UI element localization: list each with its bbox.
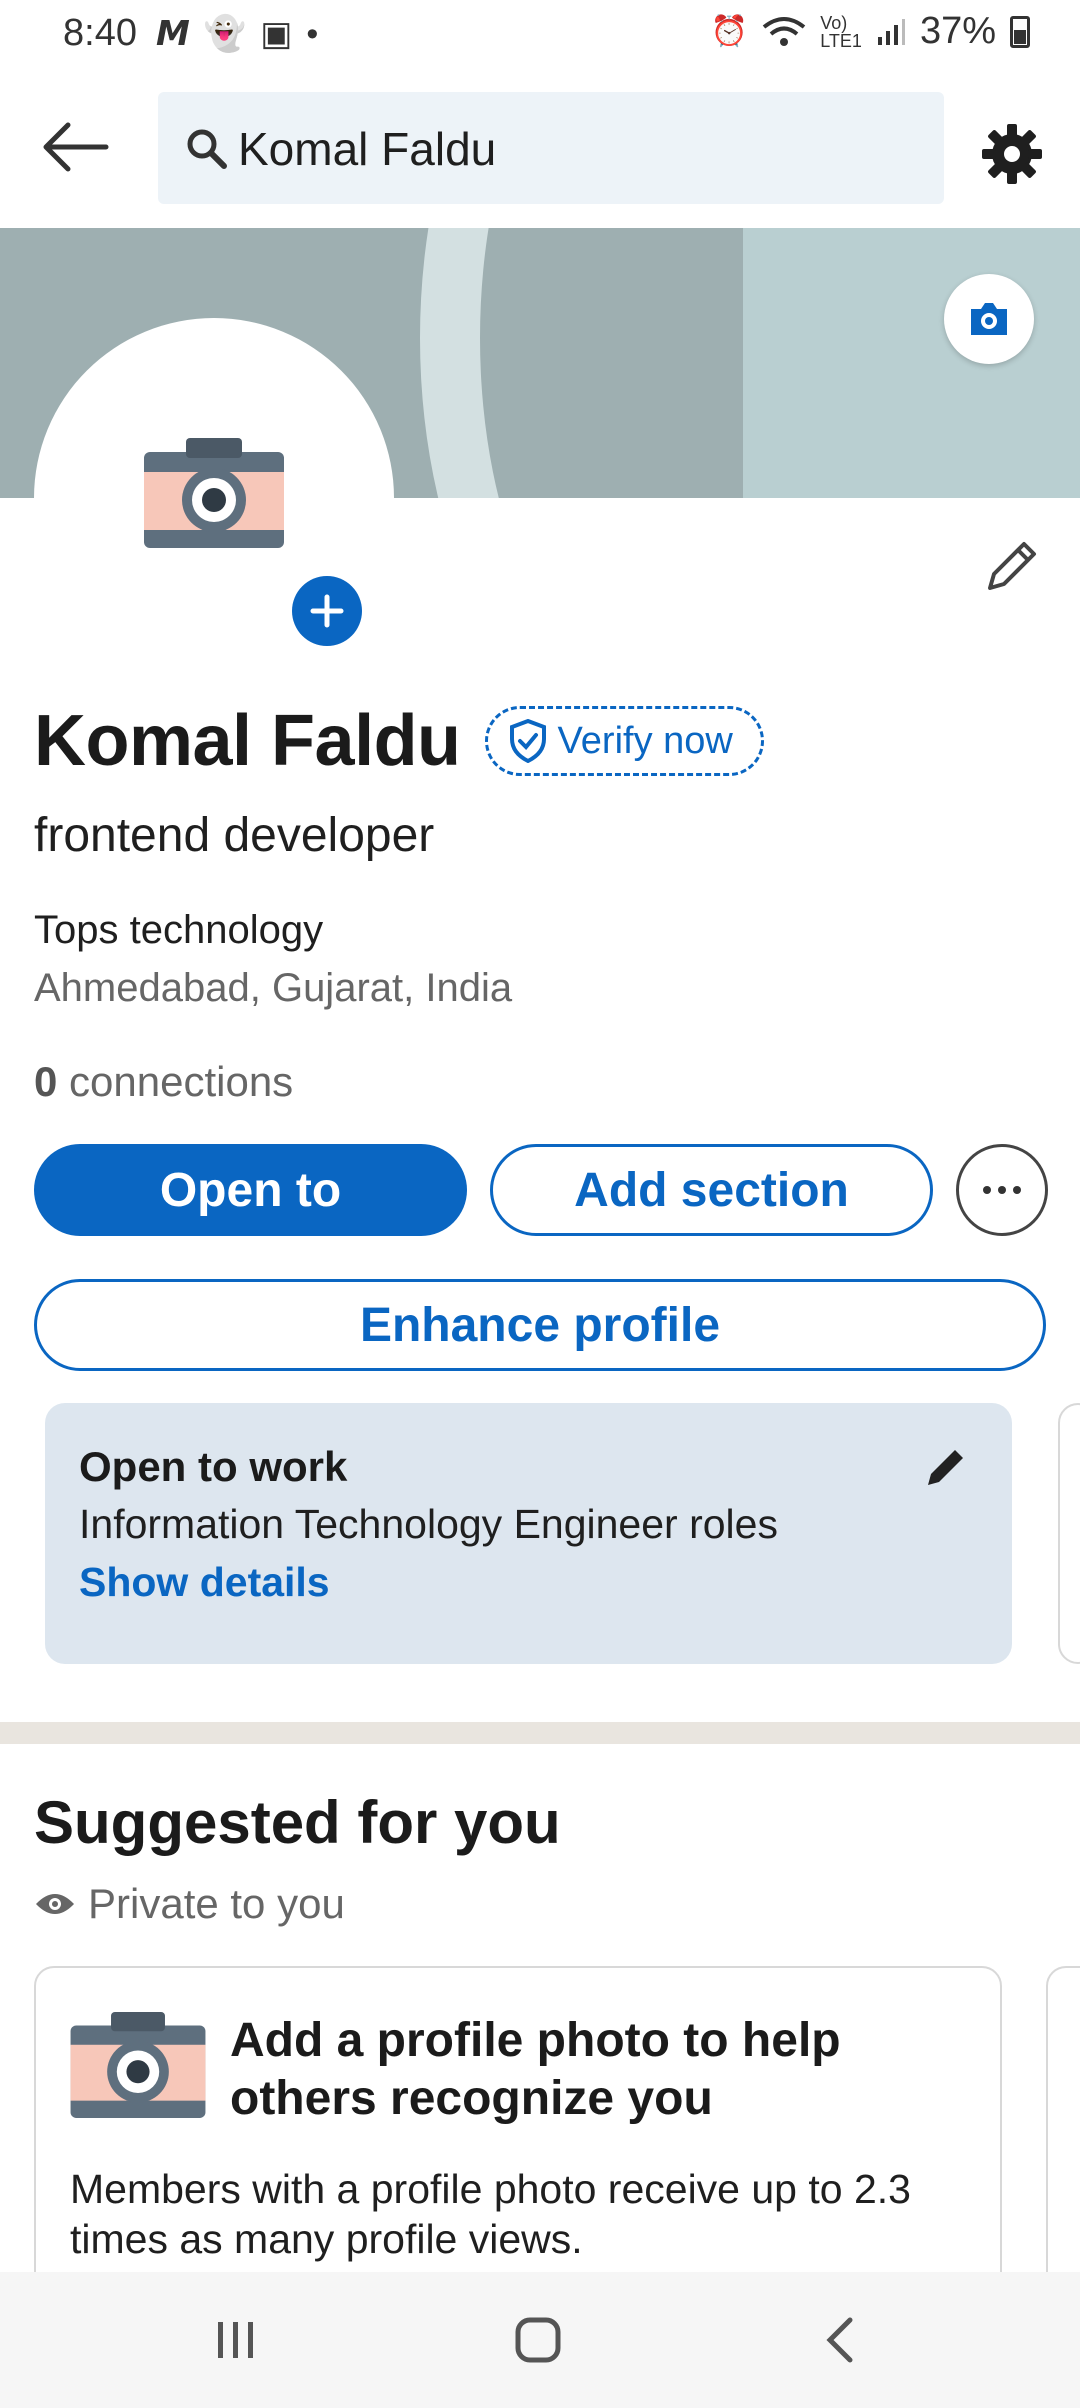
gallery-icon: ▣ [260,15,293,53]
system-icons: ⏰ Vo) LTE1 37% [711,10,1030,53]
dot-icon: • [306,15,319,53]
search-icon [187,129,227,169]
pencil-icon[interactable] [980,534,1044,598]
add-section-button[interactable]: Add section [490,1144,933,1236]
back-icon [826,2317,853,2363]
add-photo-button[interactable] [292,576,362,646]
open-to-work-title: Open to work [79,1443,348,1490]
verify-label: Verify now [557,719,733,762]
system-nav-bar [0,2272,1080,2408]
suggestion-body: Members with a profile photo receive up … [70,2166,911,2262]
home-button[interactable] [498,2308,578,2372]
plus-icon [310,594,344,628]
name-row: Komal Faldu Verify now [34,700,764,782]
more-options-button[interactable] [956,1144,1048,1236]
gear-icon[interactable] [980,122,1044,186]
status-time: 8:40 [63,12,137,54]
m-icon: 𝙈 [156,15,190,53]
suggested-title: Suggested for you [34,1789,561,1856]
status-bar: 8:40 𝙈 👻 ▣ • ⏰ Vo) LTE1 37% [0,0,1080,70]
search-header: Komal Faldu [0,72,1080,228]
recent-apps-button[interactable] [196,2308,276,2372]
back-arrow-icon[interactable] [36,112,116,182]
eye-icon [36,1894,74,1914]
notification-icons: 𝙈 👻 ▣ • [156,14,318,54]
battery-icon [1010,15,1030,48]
pencil-icon[interactable] [922,1443,970,1491]
profile-location: Ahmedabad, Gujarat, India [34,966,513,1010]
profile-company[interactable]: Tops technology [34,908,323,953]
open-to-work-card[interactable]: Open to work Information Technology Engi… [45,1403,1012,1664]
next-card-peek [1058,1403,1080,1664]
profile-name: Komal Faldu [34,701,461,781]
show-details-link[interactable]: Show details [79,1559,330,1606]
volte-icon: Vo) LTE1 [820,12,862,51]
camera-icon [971,303,1007,335]
recents-icon [218,2322,253,2358]
connections-link[interactable]: 0 connections [34,1058,293,1106]
more-horizontal-icon [983,1186,1021,1194]
camera-placeholder-icon [70,2012,206,2118]
shield-check-icon [509,719,546,763]
home-icon [515,2317,561,2363]
privacy-label: Private to you [88,1880,345,1927]
profile-headline: frontend developer [34,809,435,862]
suggestion-title: Add a profile photo to help others recog… [230,2014,841,2125]
open-to-work-roles: Information Technology Engineer roles [79,1501,778,1547]
verify-now-button[interactable]: Verify now [484,706,764,776]
camera-placeholder-icon [144,438,284,548]
connections-label: connections [69,1058,294,1105]
section-divider [0,1722,1080,1744]
snapchat-icon: 👻 [203,15,247,53]
battery-percent: 37% [919,10,996,52]
connections-count: 0 [34,1058,58,1105]
private-to-you: Private to you [34,1880,345,1928]
edit-cover-button[interactable] [944,274,1034,364]
wifi-icon [763,16,806,46]
search-bar[interactable]: Komal Faldu [158,92,944,204]
enhance-profile-button[interactable]: Enhance profile [34,1279,1046,1371]
cover-decoration [743,228,1080,498]
back-button[interactable] [800,2308,880,2372]
alarm-icon: ⏰ [710,15,749,48]
signal-icon [877,18,905,45]
search-input[interactable]: Komal Faldu [238,122,496,176]
open-to-button[interactable]: Open to [34,1144,467,1236]
